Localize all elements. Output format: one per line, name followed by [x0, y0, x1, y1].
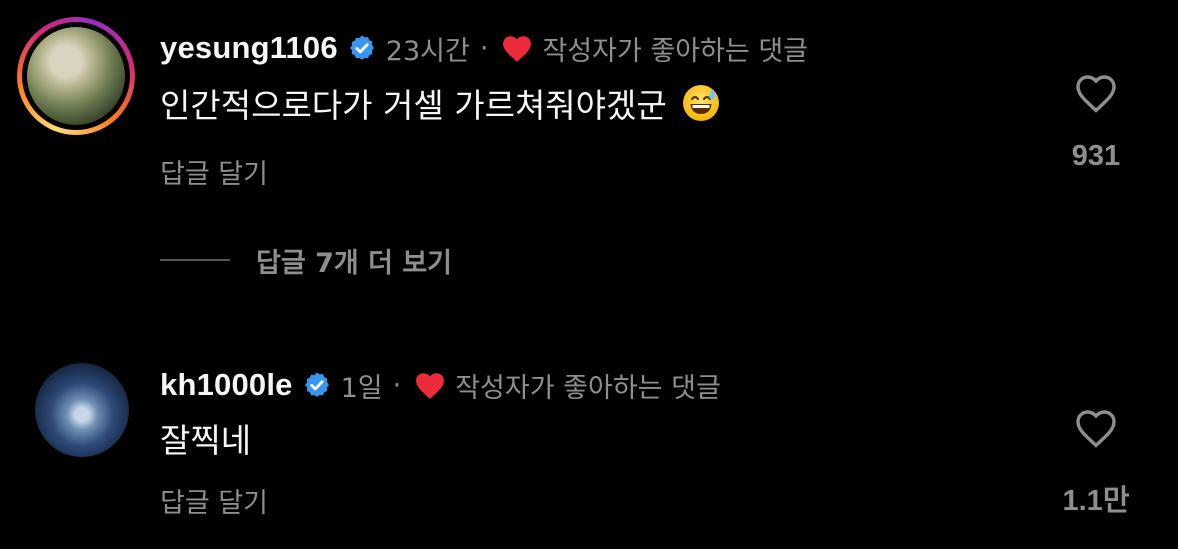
- verified-badge-icon: [349, 35, 374, 60]
- avatar[interactable]: [35, 363, 129, 457]
- comment-time: 1일: [340, 372, 383, 404]
- story-ring[interactable]: [17, 17, 135, 135]
- avatar[interactable]: [27, 27, 125, 125]
- comment-body: 인간적으로다가 거셀 가르쳐줘야겠군: [160, 86, 667, 125]
- comment-header: yesung1106 23시간 · 작성자가 좋아하는 댓글: [160, 26, 808, 70]
- reply-button[interactable]: 답글 달기: [160, 481, 268, 520]
- like-count: 931: [1071, 140, 1121, 172]
- view-more-replies-label[interactable]: 답글 7개 더 보기: [256, 241, 452, 280]
- like-count: 1.1만: [1062, 485, 1130, 517]
- comment-time: 23시간: [385, 35, 470, 67]
- comment-header: kh1000le 1일 · 작성자가 좋아하는 댓글: [160, 365, 721, 405]
- heart-filled-icon: [416, 373, 445, 399]
- comment-text: 인간적으로다가 거셀 가르쳐줘야겠군: [160, 78, 721, 128]
- heart-outline-icon[interactable]: [1071, 405, 1121, 449]
- comment-item: kh1000le 1일 · 작성자가 좋아하는 댓글 잘찍네 답글 달기 1.1…: [0, 345, 1178, 549]
- username[interactable]: kh1000le: [160, 367, 293, 403]
- liked-by-author-label: 작성자가 좋아하는 댓글: [455, 372, 721, 404]
- divider-line: [160, 259, 230, 261]
- view-more-replies[interactable]: 답글 7개 더 보기: [160, 240, 452, 280]
- reply-button[interactable]: 답글 달기: [160, 152, 268, 191]
- comment-item: yesung1106 23시간 · 작성자가 좋아하는 댓글 인간적으로다가 거…: [0, 0, 1178, 200]
- comment-body: 잘찍네: [160, 421, 252, 460]
- meta-separator: ·: [392, 369, 402, 401]
- username[interactable]: yesung1106: [160, 30, 338, 66]
- avatar-container[interactable]: [35, 363, 129, 457]
- meta-separator: ·: [479, 32, 489, 64]
- grinning-face-with-sweat-icon: [682, 85, 719, 121]
- heart-outline-icon[interactable]: [1071, 70, 1121, 114]
- comment-text: 잘찍네: [160, 413, 251, 463]
- liked-by-author-label: 작성자가 좋아하는 댓글: [542, 35, 809, 67]
- verified-badge-icon: [304, 372, 329, 397]
- heart-filled-icon: [503, 36, 532, 62]
